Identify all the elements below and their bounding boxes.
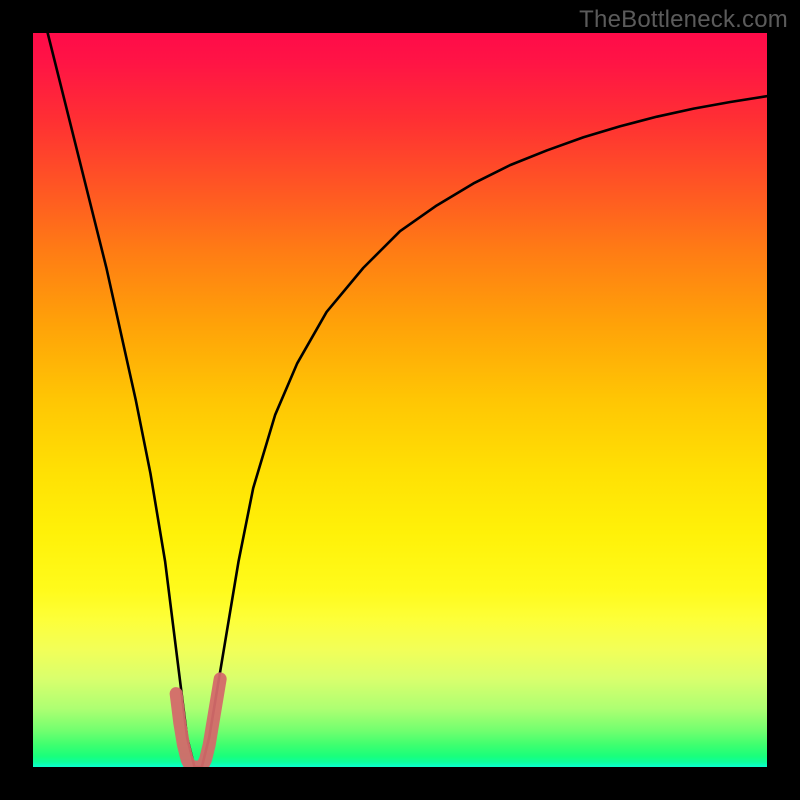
- chart-frame: TheBottleneck.com: [0, 0, 800, 800]
- chart-plot-area: [33, 33, 767, 767]
- chart-svg: [33, 33, 767, 767]
- watermark-text: TheBottleneck.com: [579, 6, 788, 34]
- curve-path: [48, 33, 767, 767]
